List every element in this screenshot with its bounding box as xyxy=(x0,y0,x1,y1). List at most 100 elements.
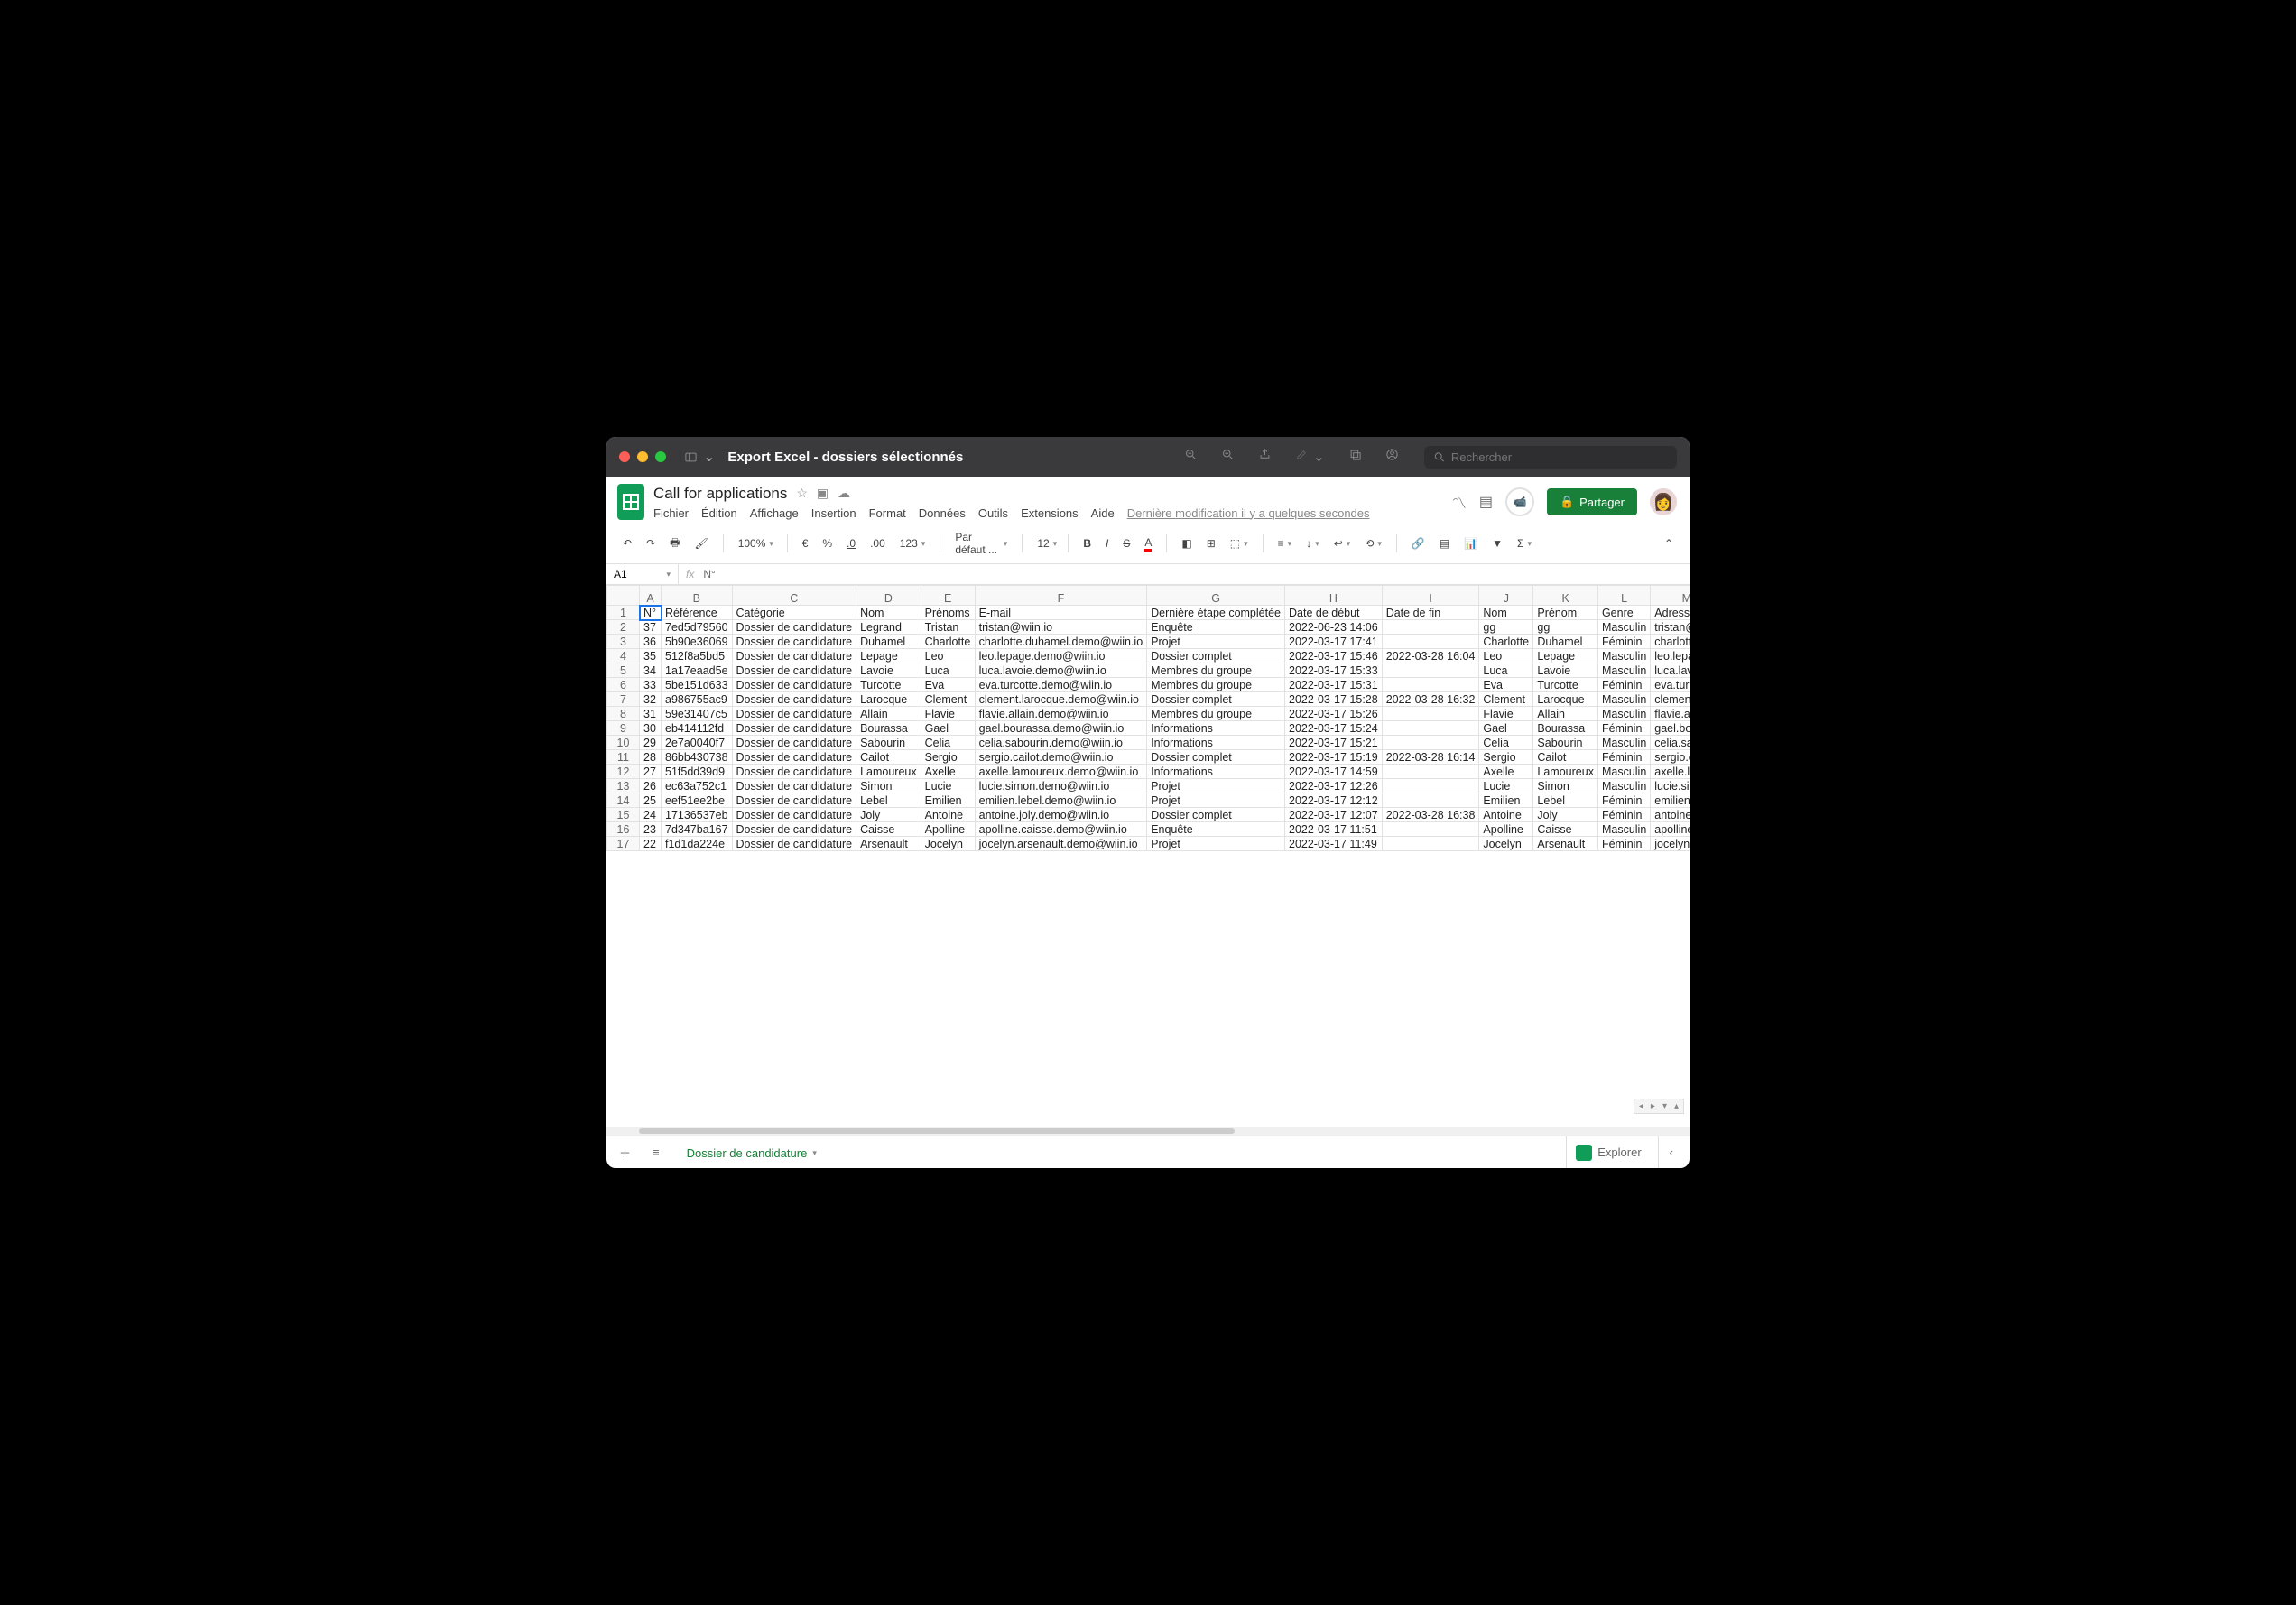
cell[interactable]: luca.lavoie.demo@wiin.io xyxy=(975,663,1147,678)
cell[interactable]: Dossier complet xyxy=(1147,808,1285,822)
font-family-select[interactable]: Par défaut ... xyxy=(949,527,1013,560)
cell[interactable]: 51f5dd39d9 xyxy=(662,765,733,779)
cell[interactable]: Sabourin xyxy=(1533,736,1598,750)
activity-icon[interactable]: 〽 xyxy=(1452,491,1467,513)
cell[interactable]: jocelyn.arsenault.demo@wiin.io xyxy=(975,837,1147,851)
cell[interactable]: 31 xyxy=(640,707,662,721)
cell[interactable]: Caisse xyxy=(1533,822,1598,837)
cell[interactable]: Arsenault xyxy=(856,837,921,851)
cell[interactable]: Dossier de candidature xyxy=(732,678,856,692)
cell[interactable]: 36 xyxy=(640,635,662,649)
cell[interactable]: 5be151d633 xyxy=(662,678,733,692)
cell[interactable]: Allain xyxy=(856,707,921,721)
cell[interactable]: 2022-03-17 14:59 xyxy=(1285,765,1383,779)
cell[interactable]: Celia xyxy=(921,736,975,750)
wrap-button[interactable]: ↩ xyxy=(1329,533,1356,553)
cell[interactable]: Masculin xyxy=(1597,765,1650,779)
cell[interactable]: 59e31407c5 xyxy=(662,707,733,721)
cell[interactable] xyxy=(1382,736,1479,750)
cell[interactable]: axelle.lamoureux.demo@wiin.io xyxy=(975,765,1147,779)
cell[interactable]: Gael xyxy=(921,721,975,736)
column-header[interactable]: C xyxy=(732,586,856,606)
cell[interactable]: Féminin xyxy=(1597,635,1650,649)
cell[interactable]: Bourassa xyxy=(1533,721,1598,736)
cell[interactable]: Masculin xyxy=(1597,649,1650,663)
menu-extensions[interactable]: Extensions xyxy=(1021,506,1079,520)
search-box[interactable] xyxy=(1424,446,1677,469)
cell[interactable]: Apolline xyxy=(1479,822,1533,837)
horizontal-scrollbar[interactable] xyxy=(606,1127,1690,1136)
halign-button[interactable]: ≡ xyxy=(1273,533,1298,553)
cell[interactable]: Membres du groupe xyxy=(1147,678,1285,692)
cell[interactable]: Dossier complet xyxy=(1147,750,1285,765)
cell[interactable]: Dossier de candidature xyxy=(732,837,856,851)
row-header[interactable]: 5 xyxy=(607,663,640,678)
cell[interactable]: Celia xyxy=(1479,736,1533,750)
cell[interactable]: E-mail xyxy=(975,606,1147,620)
share-button[interactable]: 🔒 Partager xyxy=(1547,488,1637,515)
decrease-decimal-button[interactable]: .0 xyxy=(841,533,861,553)
font-size-select[interactable]: 12 xyxy=(1032,533,1059,553)
sidebar-toggle-icon[interactable]: ⌄ xyxy=(684,448,715,466)
comments-icon[interactable]: ▤ xyxy=(1479,493,1493,511)
cell[interactable]: a986755ac9 xyxy=(662,692,733,707)
column-header[interactable]: M xyxy=(1651,586,1690,606)
italic-button[interactable]: I xyxy=(1100,533,1114,553)
row-header[interactable]: 13 xyxy=(607,779,640,793)
zoom-out-icon[interactable] xyxy=(1184,448,1198,466)
cell[interactable]: Date de début xyxy=(1285,606,1383,620)
column-header[interactable]: I xyxy=(1382,586,1479,606)
row-header[interactable]: 4 xyxy=(607,649,640,663)
cell[interactable]: Membres du groupe xyxy=(1147,707,1285,721)
filter-button[interactable]: ▼ xyxy=(1486,533,1508,553)
cell[interactable]: eva.turcotte.demo@wiin.io xyxy=(975,678,1147,692)
cell[interactable]: Féminin xyxy=(1597,793,1650,808)
cell[interactable]: 26 xyxy=(640,779,662,793)
cell[interactable]: antoine.joly.demo@wiin.io xyxy=(975,808,1147,822)
cell[interactable]: Dossier de candidature xyxy=(732,721,856,736)
cell[interactable]: Prénom xyxy=(1533,606,1598,620)
cell[interactable]: Antoine xyxy=(921,808,975,822)
sheet-nav-arrows[interactable]: ◂▸▾▴ xyxy=(1634,1099,1684,1114)
cell[interactable]: 2022-03-17 15:46 xyxy=(1285,649,1383,663)
cell[interactable]: 2022-03-17 15:26 xyxy=(1285,707,1383,721)
cell[interactable]: 2022-03-28 16:38 xyxy=(1382,808,1479,822)
cell[interactable] xyxy=(1382,822,1479,837)
cell[interactable]: Membres du groupe xyxy=(1147,663,1285,678)
cell[interactable] xyxy=(1382,837,1479,851)
column-header[interactable]: F xyxy=(975,586,1147,606)
cell[interactable]: Dossier de candidature xyxy=(732,808,856,822)
cell[interactable]: Informations xyxy=(1147,736,1285,750)
cell[interactable]: Lamoureux xyxy=(856,765,921,779)
cell[interactable]: Masculin xyxy=(1597,707,1650,721)
cell[interactable]: Cailot xyxy=(856,750,921,765)
valign-button[interactable]: ↓ xyxy=(1301,533,1325,553)
menu-format[interactable]: Format xyxy=(869,506,906,520)
cell[interactable]: Référence xyxy=(662,606,733,620)
cell[interactable]: Dossier de candidature xyxy=(732,736,856,750)
cell[interactable]: clement.larocque.demo@wiin.io xyxy=(975,692,1147,707)
cell[interactable]: 34 xyxy=(640,663,662,678)
cell[interactable]: Emilien xyxy=(1479,793,1533,808)
cell[interactable]: Féminin xyxy=(1597,678,1650,692)
cell[interactable]: 2022-06-23 14:06 xyxy=(1285,620,1383,635)
cell[interactable]: Dossier de candidature xyxy=(732,620,856,635)
cell[interactable]: tristan@wiin.io xyxy=(975,620,1147,635)
cell[interactable]: Dossier complet xyxy=(1147,649,1285,663)
cell[interactable]: 30 xyxy=(640,721,662,736)
explore-button[interactable]: Explorer xyxy=(1566,1136,1650,1168)
cell[interactable]: 24 xyxy=(640,808,662,822)
cell[interactable]: 37 xyxy=(640,620,662,635)
cell[interactable]: Axelle xyxy=(921,765,975,779)
row-header[interactable]: 17 xyxy=(607,837,640,851)
cell[interactable]: Adresse e- xyxy=(1651,606,1690,620)
move-icon[interactable]: ▣ xyxy=(817,486,829,501)
cell[interactable]: leo.lepage xyxy=(1651,649,1690,663)
cell[interactable]: 23 xyxy=(640,822,662,837)
cell[interactable]: Féminin xyxy=(1597,721,1650,736)
cell[interactable] xyxy=(1382,779,1479,793)
sheets-logo-icon[interactable] xyxy=(617,484,644,520)
cell[interactable]: flavie.allai xyxy=(1651,707,1690,721)
cell[interactable] xyxy=(1382,678,1479,692)
link-button[interactable]: 🔗 xyxy=(1406,533,1430,553)
